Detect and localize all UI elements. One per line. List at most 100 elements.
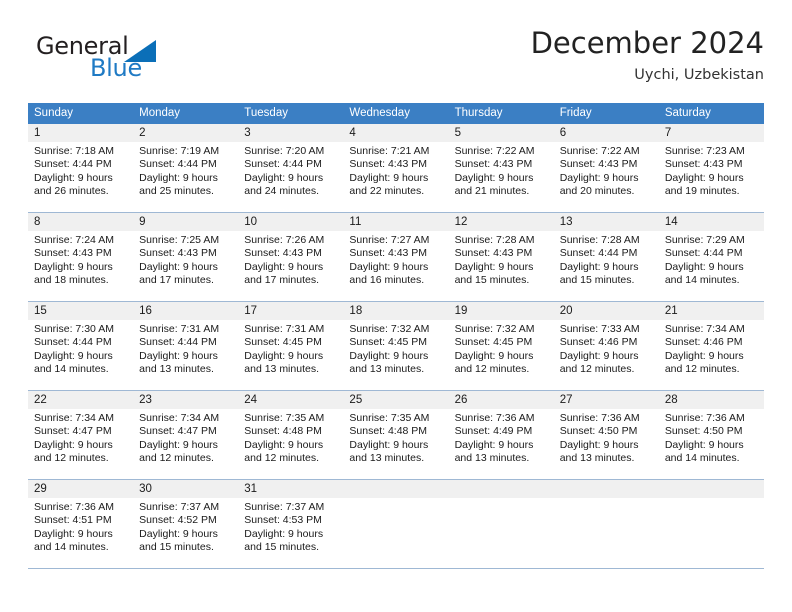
daylight-text-line2: and 16 minutes. <box>349 274 425 287</box>
calendar-week-row: 1 2 3 4 5 6 7 Sunrise: 7:18 AM Sunset: 4… <box>28 124 764 213</box>
day-cell[interactable]: Sunrise: 7:35 AM Sunset: 4:48 PM Dayligh… <box>238 409 343 479</box>
daylight-text-line1: Daylight: 9 hours <box>559 438 639 451</box>
day-number-empty <box>554 480 659 498</box>
day-cell[interactable]: Sunrise: 7:35 AM Sunset: 4:48 PM Dayligh… <box>343 409 448 479</box>
day-number[interactable]: 28 <box>659 391 764 409</box>
day-number[interactable]: 23 <box>133 391 238 409</box>
day-cell[interactable]: Sunrise: 7:37 AM Sunset: 4:52 PM Dayligh… <box>133 498 238 568</box>
day-number[interactable]: 30 <box>133 480 238 498</box>
day-cell[interactable]: Sunrise: 7:28 AM Sunset: 4:43 PM Dayligh… <box>449 231 554 301</box>
day-cell[interactable]: Sunrise: 7:21 AM Sunset: 4:43 PM Dayligh… <box>343 142 448 212</box>
sunset-text: Sunset: 4:43 PM <box>349 247 428 260</box>
day-cell[interactable]: Sunrise: 7:34 AM Sunset: 4:46 PM Dayligh… <box>659 320 764 390</box>
sunset-text: Sunset: 4:47 PM <box>34 425 112 438</box>
day-cell[interactable]: Sunrise: 7:37 AM Sunset: 4:53 PM Dayligh… <box>238 498 343 568</box>
day-cell[interactable]: Sunrise: 7:27 AM Sunset: 4:43 PM Dayligh… <box>343 231 448 301</box>
day-cell[interactable]: Sunrise: 7:34 AM Sunset: 4:47 PM Dayligh… <box>133 409 238 479</box>
day-number[interactable]: 15 <box>28 302 133 320</box>
day-cell[interactable]: Sunrise: 7:22 AM Sunset: 4:43 PM Dayligh… <box>554 142 659 212</box>
daylight-text-line2: and 14 minutes. <box>664 274 740 287</box>
day-cell[interactable]: Sunrise: 7:36 AM Sunset: 4:50 PM Dayligh… <box>554 409 659 479</box>
daylight-text-line2: and 13 minutes. <box>349 452 425 465</box>
day-cell[interactable]: Sunrise: 7:22 AM Sunset: 4:43 PM Dayligh… <box>449 142 554 212</box>
daylight-text-line1: Daylight: 9 hours <box>349 349 429 362</box>
day-cell[interactable]: Sunrise: 7:20 AM Sunset: 4:44 PM Dayligh… <box>238 142 343 212</box>
day-number[interactable]: 12 <box>449 213 554 231</box>
sunrise-text: Sunrise: 7:36 AM <box>454 412 535 424</box>
day-number[interactable]: 27 <box>554 391 659 409</box>
day-cell[interactable]: Sunrise: 7:32 AM Sunset: 4:45 PM Dayligh… <box>449 320 554 390</box>
week-daynumber-row: 8 9 10 11 12 13 14 <box>28 213 764 231</box>
day-number[interactable]: 26 <box>449 391 554 409</box>
day-number[interactable]: 7 <box>659 124 764 142</box>
daylight-text-line2: and 13 minutes. <box>559 452 635 465</box>
day-number[interactable]: 16 <box>133 302 238 320</box>
day-number[interactable]: 14 <box>659 213 764 231</box>
day-cell[interactable]: Sunrise: 7:25 AM Sunset: 4:43 PM Dayligh… <box>133 231 238 301</box>
sunrise-text: Sunrise: 7:30 AM <box>34 323 114 335</box>
day-cell[interactable]: Sunrise: 7:30 AM Sunset: 4:44 PM Dayligh… <box>28 320 133 390</box>
day-cell[interactable]: Sunrise: 7:31 AM Sunset: 4:44 PM Dayligh… <box>133 320 238 390</box>
sunset-text: Sunset: 4:48 PM <box>244 425 322 438</box>
day-number[interactable]: 9 <box>133 213 238 231</box>
day-cell[interactable]: Sunrise: 7:19 AM Sunset: 4:44 PM Dayligh… <box>133 142 238 212</box>
sunset-text: Sunset: 4:43 PM <box>349 158 428 171</box>
day-number[interactable]: 19 <box>449 302 554 320</box>
day-number[interactable]: 17 <box>238 302 343 320</box>
day-cell[interactable]: Sunrise: 7:36 AM Sunset: 4:50 PM Dayligh… <box>659 409 764 479</box>
sunset-text: Sunset: 4:52 PM <box>139 514 217 527</box>
day-cell[interactable]: Sunrise: 7:33 AM Sunset: 4:46 PM Dayligh… <box>554 320 659 390</box>
calendar-page: General Blue December 2024 Uychi, Uzbeki… <box>0 0 792 612</box>
day-number[interactable]: 18 <box>343 302 448 320</box>
day-cell[interactable]: Sunrise: 7:32 AM Sunset: 4:45 PM Dayligh… <box>343 320 448 390</box>
day-cell[interactable]: Sunrise: 7:28 AM Sunset: 4:44 PM Dayligh… <box>554 231 659 301</box>
day-cell[interactable]: Sunrise: 7:29 AM Sunset: 4:44 PM Dayligh… <box>659 231 764 301</box>
day-number[interactable]: 20 <box>554 302 659 320</box>
day-cell[interactable]: Sunrise: 7:36 AM Sunset: 4:51 PM Dayligh… <box>28 498 133 568</box>
day-number[interactable]: 24 <box>238 391 343 409</box>
day-cell[interactable]: Sunrise: 7:24 AM Sunset: 4:43 PM Dayligh… <box>28 231 133 301</box>
sunset-text: Sunset: 4:44 PM <box>34 158 112 171</box>
day-number[interactable]: 4 <box>343 124 448 142</box>
day-number[interactable]: 29 <box>28 480 133 498</box>
daylight-text-line1: Daylight: 9 hours <box>559 349 639 362</box>
day-cell[interactable]: Sunrise: 7:18 AM Sunset: 4:44 PM Dayligh… <box>28 142 133 212</box>
sunrise-text: Sunrise: 7:31 AM <box>139 323 220 335</box>
day-number[interactable]: 3 <box>238 124 343 142</box>
daylight-text-line1: Daylight: 9 hours <box>664 349 744 362</box>
day-number[interactable]: 22 <box>28 391 133 409</box>
day-number[interactable]: 25 <box>343 391 448 409</box>
day-number[interactable]: 11 <box>343 213 448 231</box>
day-number[interactable]: 6 <box>554 124 659 142</box>
daylight-text-line2: and 18 minutes. <box>34 274 109 287</box>
sunrise-text: Sunrise: 7:18 AM <box>34 145 114 157</box>
sunrise-text: Sunrise: 7:31 AM <box>244 323 325 335</box>
sunrise-text: Sunrise: 7:26 AM <box>244 234 325 246</box>
sunrise-text: Sunrise: 7:37 AM <box>139 501 220 513</box>
day-number[interactable]: 5 <box>449 124 554 142</box>
generalblue-logo[interactable]: General Blue <box>28 32 228 90</box>
day-number-empty <box>659 480 764 498</box>
day-number[interactable]: 10 <box>238 213 343 231</box>
day-number[interactable]: 31 <box>238 480 343 498</box>
day-cell[interactable]: Sunrise: 7:31 AM Sunset: 4:45 PM Dayligh… <box>238 320 343 390</box>
week-content-row: Sunrise: 7:24 AM Sunset: 4:43 PM Dayligh… <box>28 231 764 301</box>
daylight-text-line2: and 26 minutes. <box>34 185 109 198</box>
day-cell[interactable]: Sunrise: 7:26 AM Sunset: 4:43 PM Dayligh… <box>238 231 343 301</box>
daylight-text-line2: and 13 minutes. <box>454 452 530 465</box>
day-number[interactable]: 13 <box>554 213 659 231</box>
sunset-text: Sunset: 4:47 PM <box>139 425 217 438</box>
day-cell-empty <box>449 498 554 568</box>
day-number[interactable]: 21 <box>659 302 764 320</box>
calendar-week-row: 15 16 17 18 19 20 21 Sunrise: 7:30 AM Su… <box>28 302 764 391</box>
day-number[interactable]: 2 <box>133 124 238 142</box>
week-daynumber-row: 29 30 31 <box>28 480 764 498</box>
day-cell[interactable]: Sunrise: 7:36 AM Sunset: 4:49 PM Dayligh… <box>449 409 554 479</box>
day-cell[interactable]: Sunrise: 7:23 AM Sunset: 4:43 PM Dayligh… <box>659 142 764 212</box>
daylight-text-line1: Daylight: 9 hours <box>34 438 113 451</box>
day-number[interactable]: 8 <box>28 213 133 231</box>
day-number[interactable]: 1 <box>28 124 133 142</box>
sunrise-text: Sunrise: 7:29 AM <box>664 234 745 246</box>
day-cell[interactable]: Sunrise: 7:34 AM Sunset: 4:47 PM Dayligh… <box>28 409 133 479</box>
daylight-text-line1: Daylight: 9 hours <box>664 171 744 184</box>
